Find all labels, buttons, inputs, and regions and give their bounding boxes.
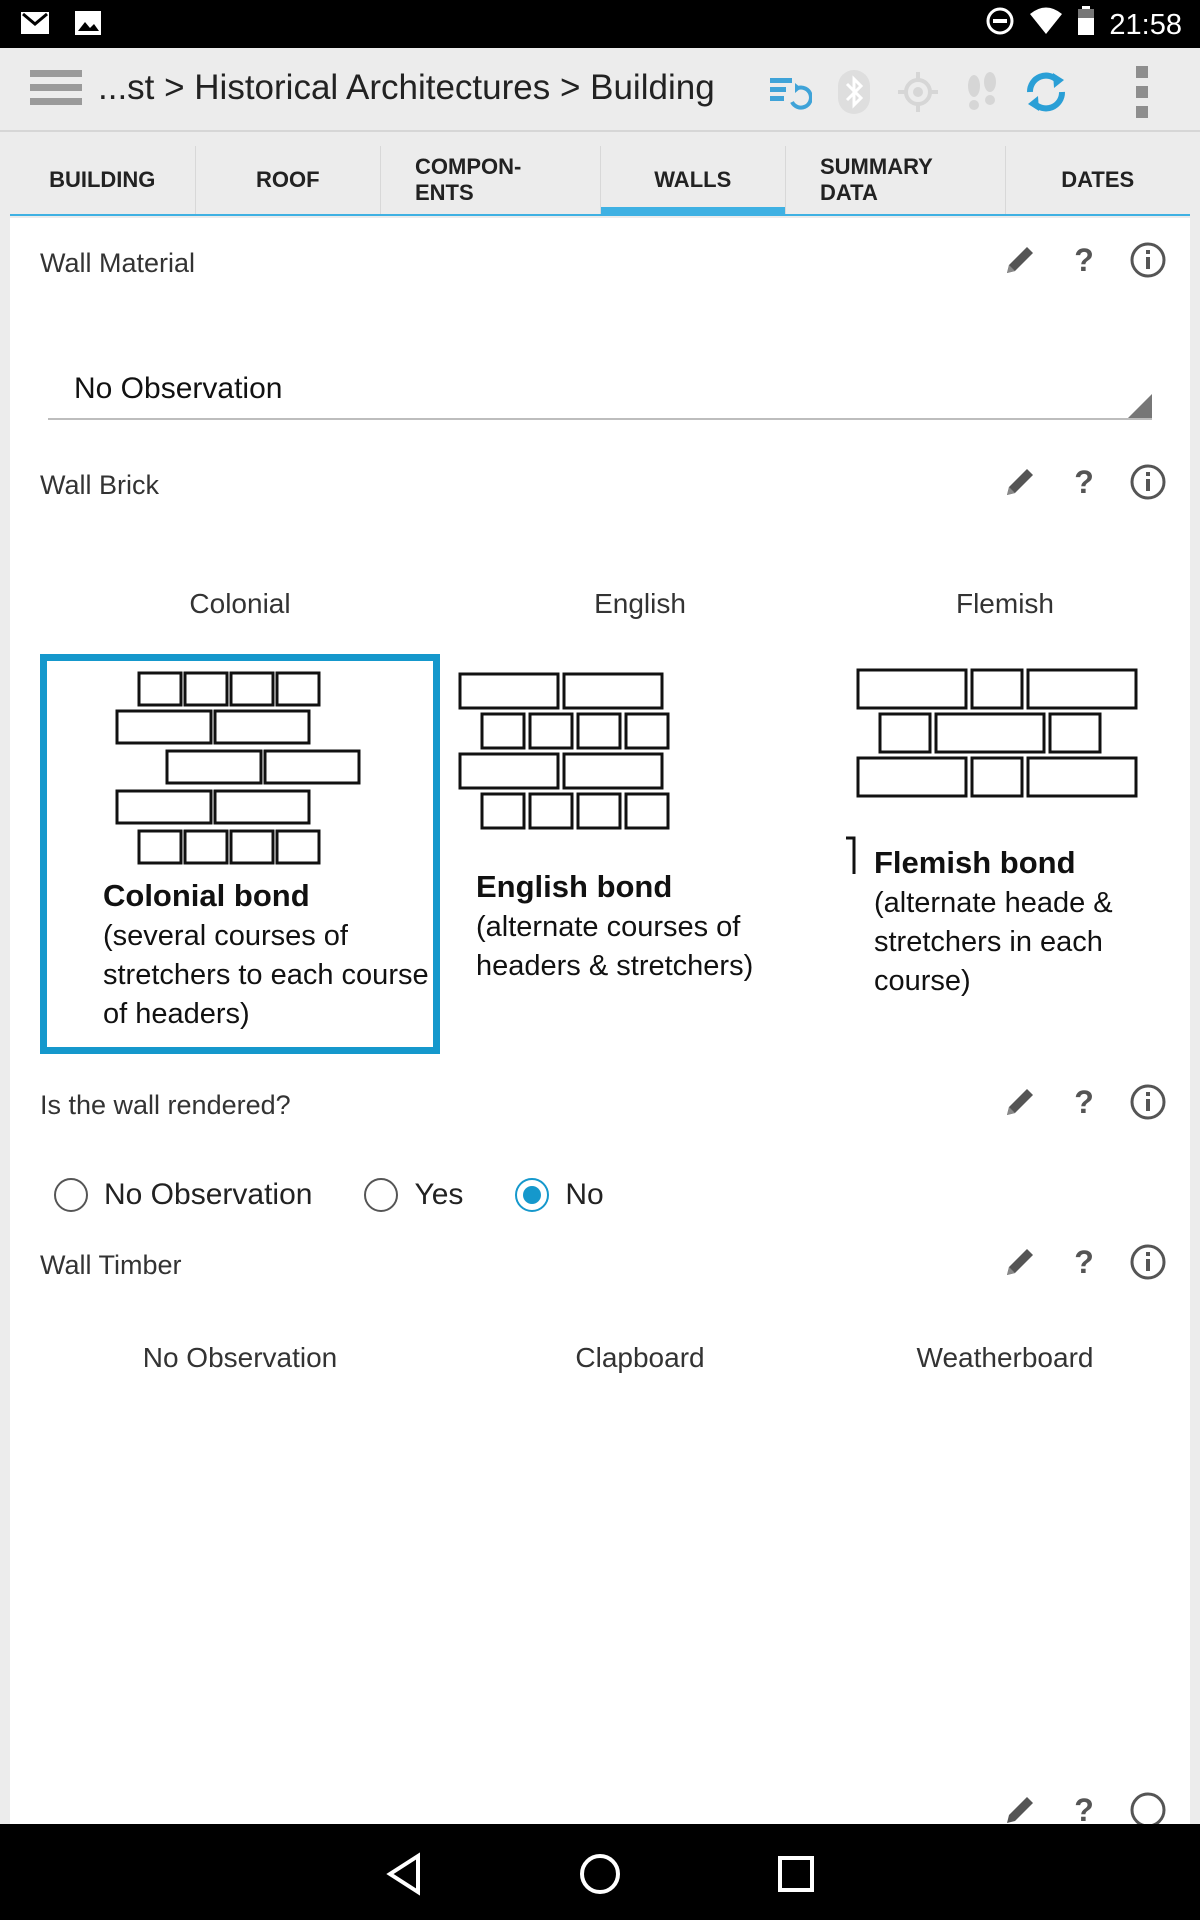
radio-circle[interactable] [54,1178,88,1212]
tab-components[interactable]: COMPON- ENTS [381,146,601,214]
walls-form: Wall Material ? No Observation Wall Bric… [10,218,1190,1824]
wall-timber-label: Wall Timber [40,1250,182,1280]
info-icon[interactable] [1126,1240,1170,1284]
english-bond-illustration [458,672,670,830]
wall-brick-options: Colonial Colonial bond (several courses … [40,588,1170,1054]
bond-title: Colonial bond [103,878,310,913]
wall-brick-label: Wall Brick [40,470,159,500]
radio-circle[interactable] [364,1178,399,1212]
wall-rendered-radio-group: No Observation Yes No [54,1178,656,1212]
info-icon[interactable] [1126,460,1170,504]
help-icon[interactable]: ? [1062,1240,1106,1284]
wall-material-value: No Observation [74,372,283,405]
help-icon[interactable]: ? [1062,1788,1106,1825]
option-caption: Flemish [955,588,1054,619]
image-icon [74,10,102,41]
wall-rendered-label: Is the wall rendered? [40,1090,291,1120]
bond-description: (several courses of stretchers to each c… [103,919,429,1031]
status-bar: 21:58 [0,0,1200,48]
info-icon[interactable] [1126,1080,1170,1124]
pencil-icon[interactable] [998,460,1042,504]
sync-settings-icon[interactable] [758,66,822,118]
flemish-bond-illustration [846,668,1138,874]
wall-timber-options: No Observation Clapboard Weatherboard [40,1342,1170,1374]
help-icon[interactable]: ? [1062,1080,1106,1124]
navigation-bar [0,1824,1200,1920]
timber-option-no-observation[interactable]: No Observation [40,1342,440,1374]
brick-option-flemish[interactable]: Flemish Flemish bond (alternate heade & … [840,588,1170,1054]
tab-walls[interactable]: WALLS [600,146,786,216]
bond-title: Flemish bond [874,845,1076,880]
radio-label: No [565,1178,604,1211]
action-bar: ...st > Historical Architectures > Build… [0,48,1200,132]
overflow-menu-icon[interactable] [1134,66,1150,118]
pencil-icon[interactable] [998,1240,1042,1284]
battery-icon [1077,6,1095,44]
help-icon[interactable]: ? [1062,238,1106,282]
option-caption: Colonial [189,588,291,619]
wall-material-select[interactable]: No Observation [48,338,1152,420]
tab-summary-data-label: SUMMARY DATA [820,153,933,205]
timber-option-weatherboard[interactable]: Weatherboard [840,1342,1170,1374]
tab-building[interactable]: BUILDING [10,146,196,214]
tab-dates[interactable]: DATES [1006,146,1191,214]
sync-icon[interactable] [1014,66,1078,118]
bond-description: (alternate courses of headers & stretche… [476,910,754,982]
radio-circle-checked[interactable] [515,1178,550,1212]
tab-roof[interactable]: ROOF [196,146,381,214]
pencil-icon[interactable] [998,238,1042,282]
tab-summary-data[interactable]: SUMMARY DATA [786,146,1006,214]
recents-icon[interactable] [772,1850,820,1898]
wall-material-label: Wall Material [40,248,196,278]
radio-yes[interactable]: Yes [364,1178,463,1212]
tab-components-label: COMPON- ENTS [415,153,522,205]
flemish-bond-image[interactable]: Flemish bond (alternate heade & stretche… [840,654,1170,1054]
back-icon[interactable] [380,1850,428,1898]
wall-rendered-header: Is the wall rendered? ? [40,1080,1170,1130]
bluetooth-icon[interactable] [822,66,886,118]
radio-label: No Observation [104,1178,313,1211]
footsteps-icon[interactable] [950,66,1014,118]
breadcrumb-title: ...st > Historical Architectures > Build… [98,68,715,107]
dropdown-triangle-icon [1128,394,1152,418]
info-icon[interactable] [1126,238,1170,282]
brick-option-colonial[interactable]: Colonial Colonial bond (several courses … [40,588,440,1054]
radio-no-observation[interactable]: No Observation [54,1178,312,1212]
wall-timber-header: Wall Timber ? [40,1240,1170,1290]
next-field-clipped: ? [40,1788,1170,1824]
do-not-disturb-icon [985,6,1015,44]
colonial-bond-image[interactable]: Colonial bond (several courses of stretc… [40,654,440,1054]
clock: 21:58 [1109,8,1182,41]
menu-icon[interactable] [30,70,82,110]
tab-bar: BUILDING ROOF COMPON- ENTS WALLS SUMMARY… [10,146,1190,216]
timber-option-clapboard[interactable]: Clapboard [440,1342,840,1374]
gmail-icon [20,10,50,41]
pencil-icon[interactable] [998,1788,1042,1824]
english-bond-image[interactable]: English bond (alternate courses of heade… [440,654,840,1054]
brick-option-english[interactable]: English English bond (alternate courses … [440,588,840,1054]
pencil-icon[interactable] [998,1080,1042,1124]
help-icon[interactable]: ? [1062,460,1106,504]
colonial-bond-illustration [115,671,361,865]
wifi-icon [1029,7,1063,43]
radio-no[interactable]: No [515,1178,604,1212]
content-area: BUILDING ROOF COMPON- ENTS WALLS SUMMARY… [0,132,1200,1824]
gps-icon[interactable] [886,66,950,118]
radio-label: Yes [414,1178,464,1211]
wall-material-header: Wall Material ? [40,238,1170,288]
option-caption: English [594,588,686,619]
wall-brick-header: Wall Brick ? [40,460,1170,510]
info-icon[interactable] [1126,1788,1170,1824]
home-icon[interactable] [576,1850,624,1898]
bond-description: (alternate heade & stretchers in each co… [874,886,1113,998]
bond-title: English bond [476,869,673,904]
